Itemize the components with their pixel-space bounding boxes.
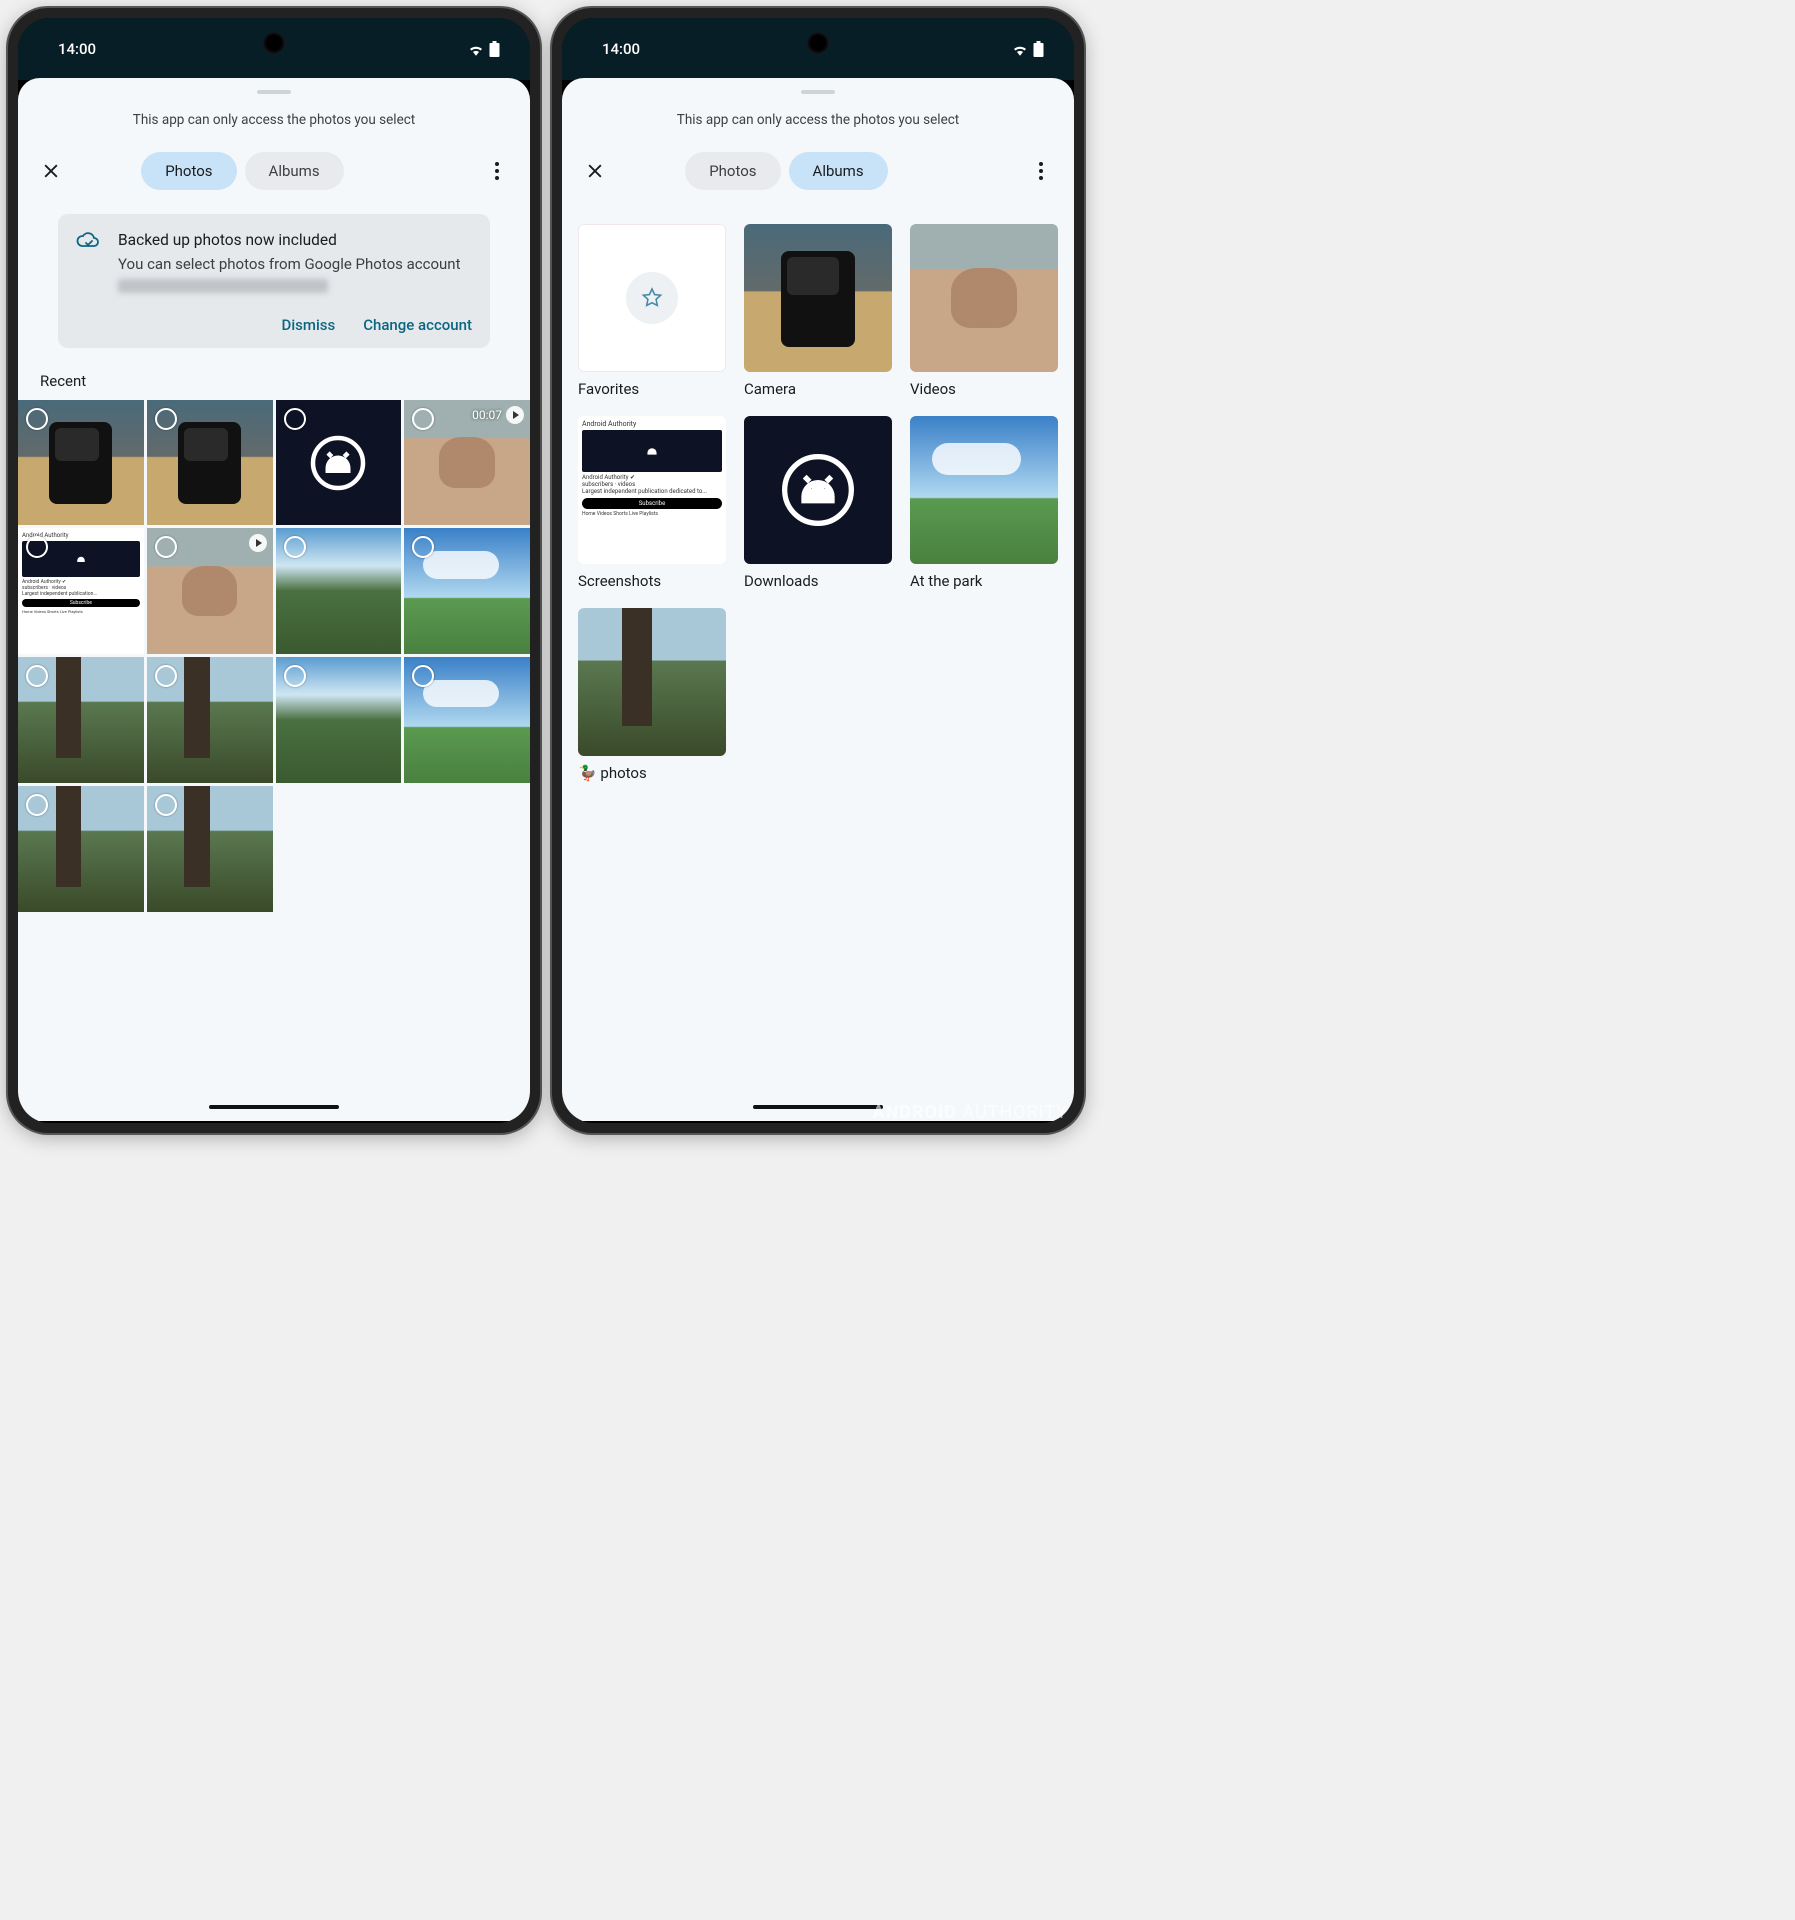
cloud-icon <box>76 230 100 250</box>
tab-albums[interactable]: Albums <box>789 152 888 190</box>
battery-icon <box>489 41 500 57</box>
album-camera[interactable]: Camera <box>744 224 892 398</box>
more-icon <box>495 162 499 180</box>
phone-frame-right: 14:00 This app can only access the photo… <box>552 8 1084 1133</box>
play-icon <box>249 534 267 552</box>
close-icon <box>585 161 605 181</box>
photo-thumb[interactable] <box>18 400 144 526</box>
select-circle[interactable] <box>284 665 306 687</box>
photo-thumb[interactable] <box>147 400 273 526</box>
access-notice: This app can only access the photos you … <box>18 108 530 152</box>
sheet-grabber[interactable] <box>801 90 835 94</box>
more-icon <box>1039 162 1043 180</box>
photo-thumb[interactable] <box>404 528 530 654</box>
camera-cutout <box>263 32 285 54</box>
album-downloads[interactable]: Downloads <box>744 416 892 590</box>
backup-info-card: Backed up photos now included You can se… <box>58 214 490 348</box>
sheet-grabber[interactable] <box>257 90 291 94</box>
album-duck-photos[interactable]: 🦆 photos <box>578 608 726 782</box>
section-recent: Recent <box>18 364 530 400</box>
album-label: Camera <box>744 380 892 398</box>
select-circle[interactable] <box>26 408 48 430</box>
photo-thumb[interactable] <box>276 657 402 783</box>
select-circle[interactable] <box>155 794 177 816</box>
phone-frame-left: 14:00 This app can only access the photo… <box>8 8 540 1133</box>
select-circle[interactable] <box>155 536 177 558</box>
access-notice: This app can only access the photos you … <box>562 108 1074 152</box>
tab-photos[interactable]: Photos <box>685 152 780 190</box>
select-circle[interactable] <box>412 408 434 430</box>
photo-thumb[interactable] <box>18 786 144 912</box>
play-icon <box>506 406 524 424</box>
status-time: 14:00 <box>58 40 96 58</box>
more-button[interactable] <box>1024 154 1058 188</box>
gesture-bar[interactable] <box>18 1093 530 1121</box>
video-duration: 00:07 <box>472 408 502 422</box>
photo-thumb[interactable] <box>276 400 402 526</box>
wifi-icon <box>467 42 485 56</box>
picker-sheet: This app can only access the photos you … <box>18 78 530 1121</box>
select-circle[interactable] <box>26 665 48 687</box>
video-badge: 00:07 <box>472 406 524 424</box>
android-logo-icon <box>308 433 368 493</box>
close-icon <box>41 161 61 181</box>
close-button[interactable] <box>578 154 612 188</box>
tabs: Photos Albums <box>685 152 887 190</box>
video-thumb[interactable] <box>147 528 273 654</box>
video-thumb[interactable]: 00:07 <box>404 400 530 526</box>
select-circle[interactable] <box>26 794 48 816</box>
album-grid: Favorites Camera Videos Android Authorit… <box>562 210 1074 796</box>
camera-cutout <box>807 32 829 54</box>
photo-thumb[interactable] <box>147 786 273 912</box>
photo-thumb[interactable] <box>18 657 144 783</box>
album-label: Screenshots <box>578 572 726 590</box>
photo-thumb[interactable] <box>147 657 273 783</box>
star-icon <box>640 286 664 310</box>
album-videos[interactable]: Videos <box>910 224 1058 398</box>
android-logo-icon <box>778 450 858 530</box>
status-time: 14:00 <box>602 40 640 58</box>
change-account-button[interactable]: Change account <box>363 316 472 334</box>
photo-thumb[interactable] <box>404 657 530 783</box>
info-title: Backed up photos now included <box>118 230 472 252</box>
album-screenshots[interactable]: Android Authority Android Authority ✔sub… <box>578 416 726 590</box>
tab-albums[interactable]: Albums <box>245 152 344 190</box>
album-label: Favorites <box>578 380 726 398</box>
album-label: At the park <box>910 572 1058 590</box>
album-at-the-park[interactable]: At the park <box>910 416 1058 590</box>
wifi-icon <box>1011 42 1029 56</box>
watermark: ANDROID AUTHORITY <box>872 1102 1068 1123</box>
photo-thumb[interactable] <box>276 528 402 654</box>
close-button[interactable] <box>34 154 68 188</box>
picker-sheet: This app can only access the photos you … <box>562 78 1074 1121</box>
info-body: You can select photos from Google Photos… <box>118 255 460 273</box>
album-label: 🦆 photos <box>578 764 726 782</box>
album-label: Videos <box>910 380 1058 398</box>
photo-grid: 00:07 Android Authority Android Authorit… <box>18 400 530 912</box>
photo-thumb[interactable]: Android Authority Android Authority ✔sub… <box>18 528 144 654</box>
album-label: Downloads <box>744 572 892 590</box>
dismiss-button[interactable]: Dismiss <box>282 316 336 334</box>
select-circle[interactable] <box>155 665 177 687</box>
album-favorites[interactable]: Favorites <box>578 224 726 398</box>
tabs: Photos Albums <box>141 152 343 190</box>
tab-photos[interactable]: Photos <box>141 152 236 190</box>
select-circle[interactable] <box>284 536 306 558</box>
select-circle[interactable] <box>284 408 306 430</box>
select-circle[interactable] <box>155 408 177 430</box>
redacted-account <box>118 279 328 293</box>
more-button[interactable] <box>480 154 514 188</box>
battery-icon <box>1033 41 1044 57</box>
